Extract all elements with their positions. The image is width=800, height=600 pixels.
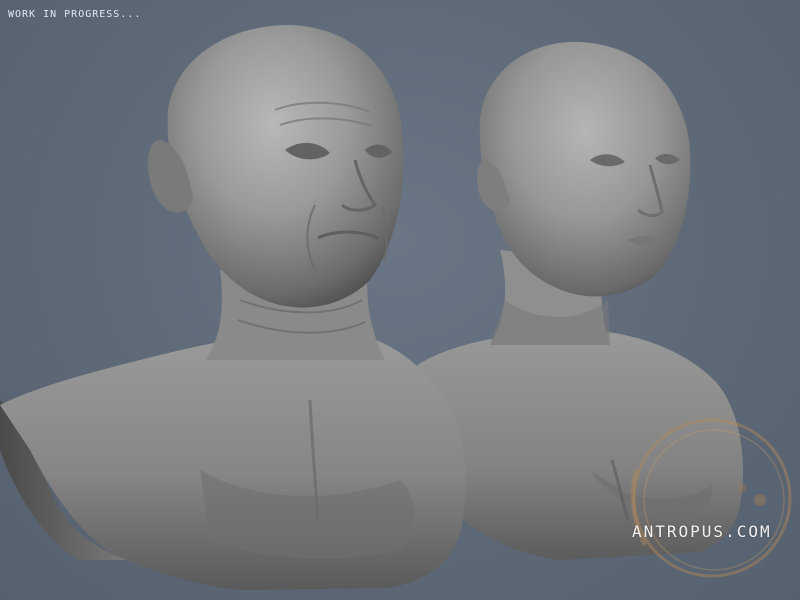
sculpt-render — [0, 25, 792, 590]
male-bust — [0, 25, 466, 590]
antropus-watermark: ANTROPUS.COM — [632, 522, 772, 541]
male-head — [167, 25, 404, 308]
render-viewport: WORK IN PROGRESS... ANTROPUS.COM — [0, 0, 800, 600]
